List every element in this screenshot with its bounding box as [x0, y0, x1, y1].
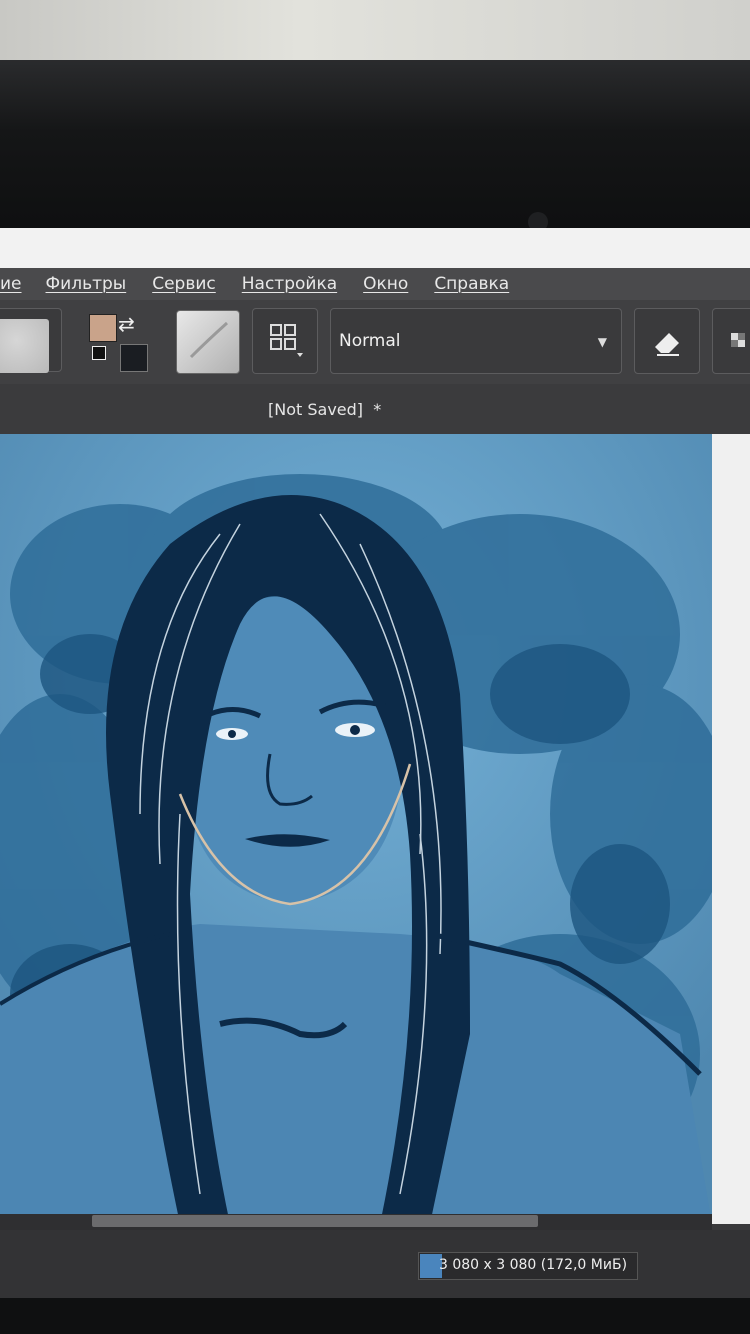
alpha-lock-button[interactable] [712, 308, 750, 374]
scrollbar-thumb[interactable] [92, 1215, 538, 1227]
monitor-bezel [0, 60, 750, 238]
menu-item-tools[interactable]: Сервис [152, 274, 216, 294]
brush-preset-button[interactable] [0, 308, 62, 373]
window-titlebar [0, 228, 750, 268]
menu-item-settings[interactable]: Настройка [242, 274, 337, 294]
blend-mode-select[interactable]: Normal ▼ [330, 308, 622, 374]
document-title-text: [Not Saved] [268, 400, 364, 419]
desk [0, 1298, 750, 1334]
artwork [0, 434, 712, 1224]
brush-preset-icon [0, 319, 49, 373]
foreground-color-swatch[interactable] [89, 314, 117, 342]
modified-marker: * [373, 400, 382, 419]
menu-item-filters[interactable]: Фильтры [46, 274, 127, 294]
status-bar: 3 080 x 3 080 (172,0 МиБ) [0, 1230, 750, 1298]
background-color-swatch[interactable] [120, 344, 148, 372]
brush-tip-icon[interactable] [176, 310, 240, 374]
grid-button[interactable] [252, 308, 318, 374]
image-size-indicator: 3 080 x 3 080 (172,0 МиБ) [418, 1252, 638, 1280]
eraser-button[interactable] [634, 308, 700, 374]
reset-colors-icon[interactable] [92, 346, 106, 360]
photo-background: ие Фильтры Сервис Настройка Окно Справка… [0, 0, 750, 1334]
menu-item-edit[interactable]: ие [0, 274, 22, 294]
alpha-lock-icon [731, 333, 745, 347]
menu-bar: ие Фильтры Сервис Настройка Окно Справка [0, 268, 750, 300]
document-title[interactable]: [Not Saved] * [268, 400, 381, 419]
swap-colors-icon[interactable]: ⇄ [118, 312, 135, 336]
horizontal-scrollbar[interactable] [0, 1214, 712, 1230]
grid-icon [270, 324, 303, 357]
document-tab-bar: [Not Saved] * [0, 384, 750, 434]
menu-item-window[interactable]: Окно [363, 274, 408, 294]
image-size-text: 3 080 x 3 080 (172,0 МиБ) [439, 1257, 628, 1273]
dropdown-caret-icon: ▼ [597, 335, 607, 349]
eraser-icon [655, 333, 679, 356]
canvas-margin [712, 434, 750, 1224]
blend-mode-value: Normal [339, 331, 401, 351]
app-window: ие Фильтры Сервис Настройка Окно Справка… [0, 228, 750, 1298]
menu-item-help[interactable]: Справка [434, 274, 509, 294]
drawing-canvas[interactable] [0, 434, 712, 1224]
